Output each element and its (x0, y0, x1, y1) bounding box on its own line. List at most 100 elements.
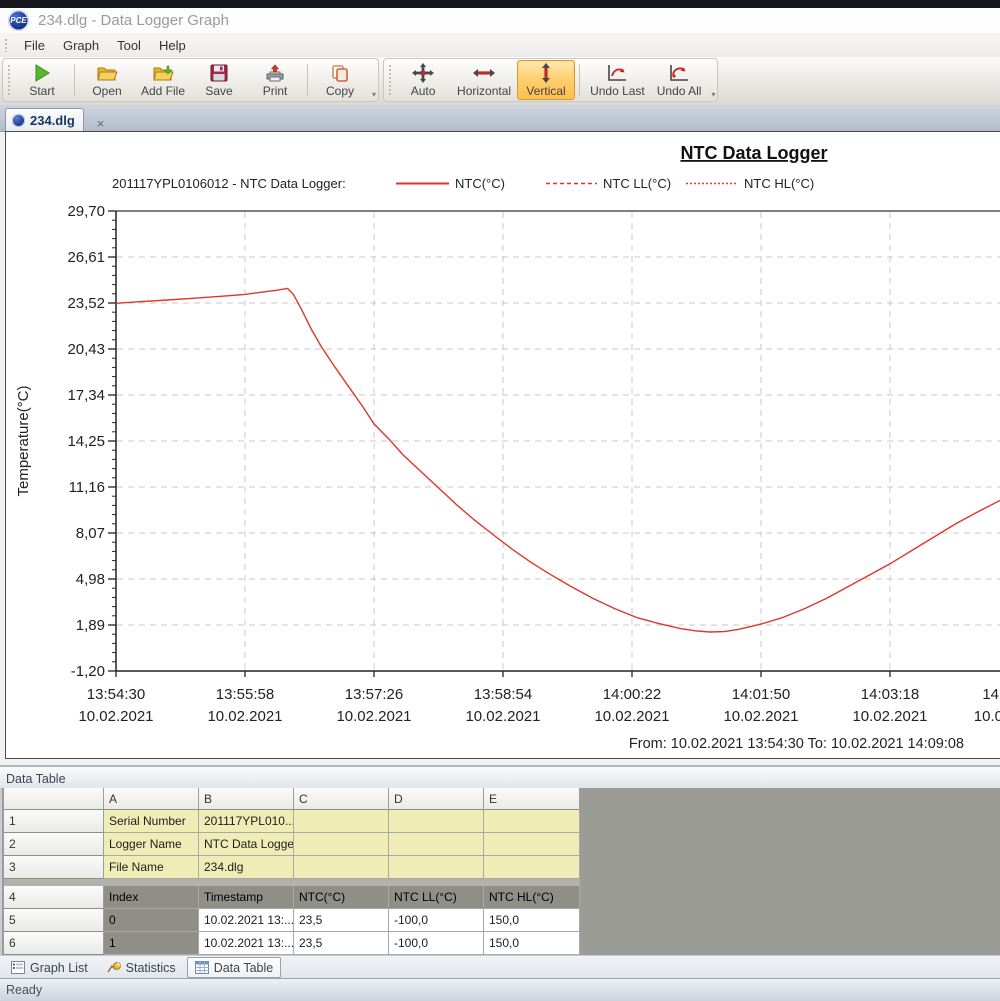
print-button[interactable]: Print (247, 60, 303, 100)
sheet-cell[interactable]: 1 (104, 932, 199, 955)
add-file-button[interactable]: Add File (135, 60, 191, 100)
start-button[interactable]: Start (14, 60, 70, 100)
legend-label: NTC(°C) (455, 176, 505, 191)
toolbar-button-label: Save (205, 84, 233, 98)
window-title: 234.dlg - Data Logger Graph (38, 12, 229, 29)
sheet-cell[interactable] (484, 856, 580, 879)
sheet-cell[interactable]: Logger Name (104, 833, 199, 856)
sheet-row-header-3[interactable]: 3 (4, 856, 104, 879)
bottom-tab-graph-list[interactable]: Graph List (3, 957, 96, 978)
sheet-cell[interactable]: Index (104, 886, 199, 909)
sheet-cell[interactable]: NTC(°C) (294, 886, 389, 909)
sheet-frozen-split (4, 879, 580, 886)
sheet-column-header-D[interactable]: D (389, 788, 484, 810)
bottom-tab-data-table[interactable]: Data Table (186, 957, 282, 978)
y-tick-label: 4,98 (76, 571, 105, 588)
vertical-button[interactable]: Vertical (517, 60, 576, 100)
auto-zoom-icon (412, 63, 435, 83)
document-tab[interactable]: 234.dlg (5, 108, 84, 131)
sheet-cell[interactable] (484, 810, 580, 833)
open-button[interactable]: Open (79, 60, 135, 100)
sheet-row-header-4[interactable]: 4 (4, 886, 104, 909)
menu-item-help[interactable]: Help (150, 35, 195, 56)
sheet-cell[interactable]: 0 (104, 909, 199, 932)
undo-all-button[interactable]: Undo All (651, 60, 708, 100)
sheet-cell[interactable]: 23,5 (294, 909, 389, 932)
sheet-cell[interactable]: -100,0 (389, 932, 484, 955)
sheet-cell[interactable]: 201117YPL010... (199, 810, 294, 833)
save-floppy-icon (208, 63, 230, 83)
menu-item-file[interactable]: File (15, 35, 54, 56)
toolbar-button-label: Undo All (656, 84, 702, 98)
sheet-row-header-1[interactable]: 1 (4, 810, 104, 833)
sheet-row-header-6[interactable]: 6 (4, 932, 104, 955)
y-tick-label: -1,20 (71, 663, 105, 680)
chart-panel[interactable]: NTC Data Logger 201117YPL0106012 - NTC Da… (5, 131, 1000, 759)
ntc-line-chart[interactable]: NTC Data Logger 201117YPL0106012 - NTC Da… (6, 132, 1000, 758)
sheet-column-header-C[interactable]: C (294, 788, 389, 810)
sheet-cell[interactable] (389, 833, 484, 856)
sheet-cell[interactable]: -100,0 (389, 909, 484, 932)
add-file-icon (152, 63, 174, 83)
toolbar-overflow-chevron-icon[interactable]: ▾ (711, 90, 715, 99)
sheet-cell[interactable] (389, 810, 484, 833)
ntc-series-line (115, 287, 1000, 633)
x-tick-time-label: 13:57:26 (345, 686, 403, 703)
sheet-cell[interactable]: 23,5 (294, 932, 389, 955)
x-tick-date-label: 10.02.2021 (78, 708, 153, 725)
x-tick-date-label: 10.02.2021 (723, 708, 798, 725)
auto-button[interactable]: Auto (395, 60, 451, 100)
chart-range-footer: From: 10.02.2021 13:54:30 To: 10.02.2021… (629, 736, 964, 752)
sheet-cell[interactable]: 234.dlg (199, 856, 294, 879)
sheet-cell[interactable]: 10.02.2021 13:... (199, 909, 294, 932)
window-top-border (0, 0, 1000, 8)
toolbar-overflow-chevron-icon[interactable]: ▾ (372, 90, 376, 99)
toolbar-button-label: Start (29, 84, 55, 98)
undo-last-button[interactable]: Undo Last (584, 60, 651, 100)
sheet-cell[interactable]: File Name (104, 856, 199, 879)
table-row: 6 1 10.02.2021 13:... 23,5 -100,0 150,0 (4, 932, 580, 955)
toolbar-separator (307, 64, 309, 96)
sheet-cell[interactable]: 10.02.2021 13:... (199, 932, 294, 955)
title-bar: PCE 234.dlg - Data Logger Graph (0, 8, 1000, 33)
table-row: 1 Serial Number 201117YPL010... (4, 810, 580, 833)
y-tick-label: 1,89 (76, 617, 105, 634)
sheet-column-header-B[interactable]: B (199, 788, 294, 810)
toolbar-group-handle-icon (388, 64, 393, 96)
menu-item-graph[interactable]: Graph (54, 35, 108, 56)
pce-logo-icon: PCE (8, 10, 29, 31)
sheet-corner-cell[interactable] (4, 788, 104, 810)
toolbar: Start Open Add File Save Print Copy ▾ Auto Horiz… (0, 57, 1000, 105)
sheet-cell[interactable]: 150,0 (484, 932, 580, 955)
menu-item-tool[interactable]: Tool (108, 35, 150, 56)
x-tick-date-label: 10.02.2021 (594, 708, 669, 725)
sheet-cell[interactable]: 150,0 (484, 909, 580, 932)
sheet-cell[interactable]: Serial Number (104, 810, 199, 833)
x-tick-time-label: 14:03:18 (861, 686, 919, 703)
save-button[interactable]: Save (191, 60, 247, 100)
sheet-cell[interactable]: NTC HL(°C) (484, 886, 580, 909)
sheet-cell[interactable] (294, 810, 389, 833)
sheet-cell[interactable] (294, 833, 389, 856)
horizontal-button[interactable]: Horizontal (451, 60, 517, 100)
sheet-cell[interactable]: Timestamp (199, 886, 294, 909)
sheet-cell[interactable]: NTC LL(°C) (389, 886, 484, 909)
sheet-cell[interactable] (389, 856, 484, 879)
x-tick-date-label: 10.02.2021 (465, 708, 540, 725)
x-tick-time-label: 13:58:54 (474, 686, 532, 703)
sheet-cell[interactable] (484, 833, 580, 856)
sheet-column-header-E[interactable]: E (484, 788, 580, 810)
sheet-cell[interactable] (294, 856, 389, 879)
sheet-row-header-5[interactable]: 5 (4, 909, 104, 932)
undo-all-icon (668, 63, 690, 83)
sheet-cell[interactable]: NTC Data Logger (199, 833, 294, 856)
sheet-column-header-A[interactable]: A (104, 788, 199, 810)
x-tick-time-label: 13:55:58 (216, 686, 274, 703)
tab-close-icon[interactable]: × (94, 116, 108, 131)
bottom-tab-statistics[interactable]: Statistics (99, 957, 184, 978)
legend-label: NTC HL(°C) (744, 176, 814, 191)
copy-button[interactable]: Copy (312, 60, 368, 100)
toolbar-button-label: Horizontal (457, 84, 512, 98)
sheet-row-header-2[interactable]: 2 (4, 833, 104, 856)
table-row: 3 File Name 234.dlg (4, 856, 580, 879)
